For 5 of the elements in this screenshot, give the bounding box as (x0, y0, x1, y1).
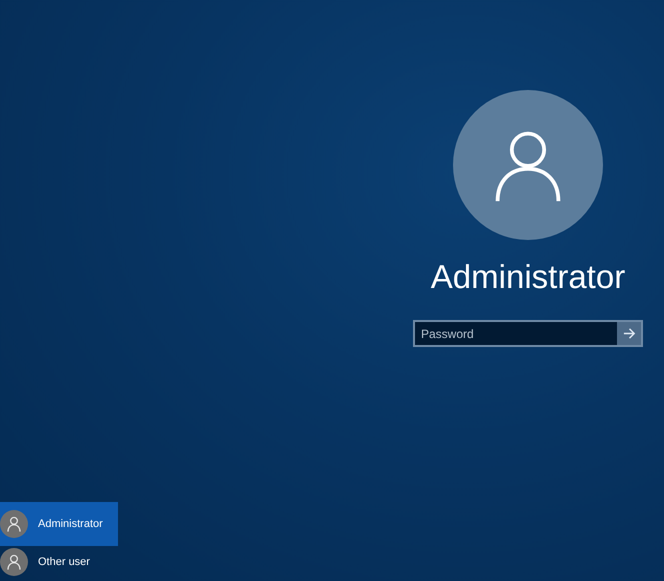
user-list-item[interactable]: Administrator (0, 502, 118, 546)
account-name: Administrator (430, 258, 626, 296)
person-icon (6, 516, 22, 532)
user-list-item[interactable]: Other user (0, 548, 118, 581)
person-icon (6, 554, 22, 570)
